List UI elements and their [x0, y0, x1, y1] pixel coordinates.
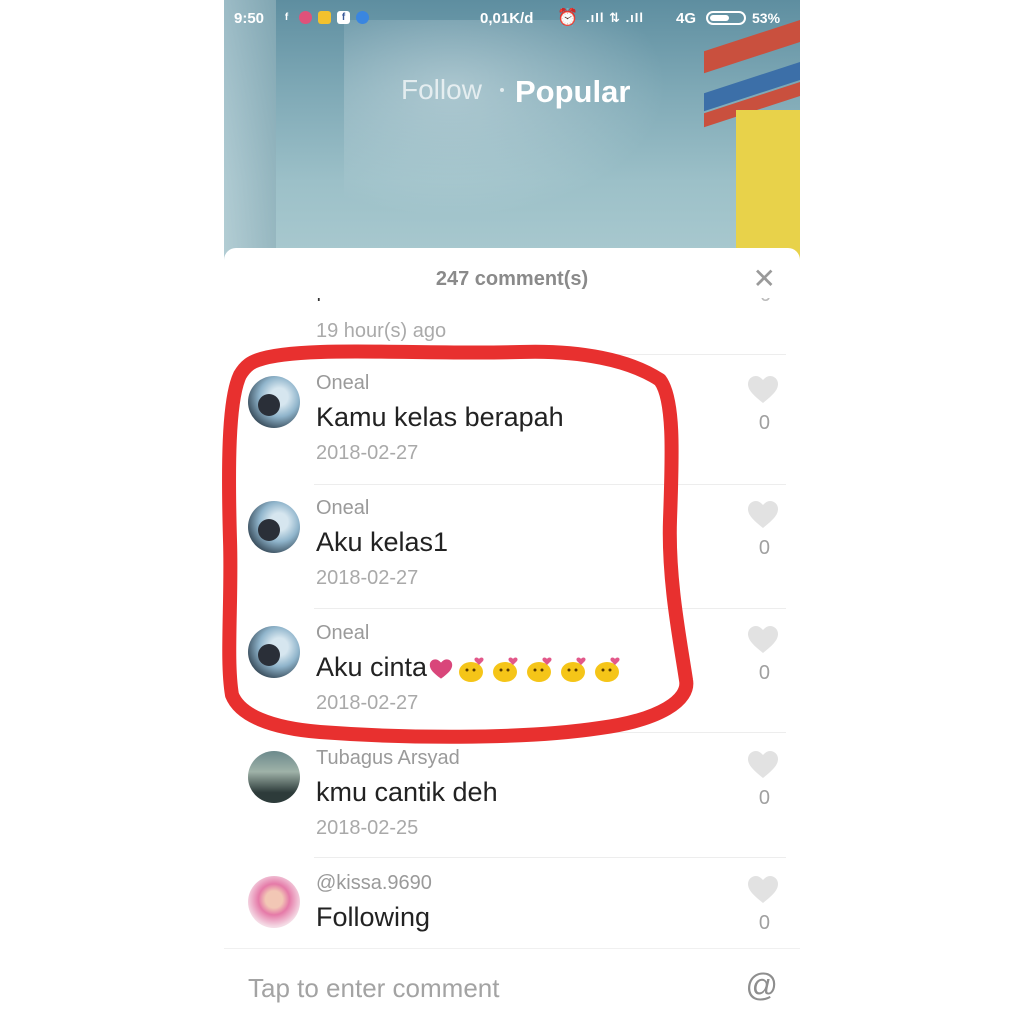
comment-author[interactable]: Oneal [316, 622, 369, 645]
divider [314, 608, 786, 609]
battery-percent: 53% [752, 10, 781, 26]
status-bar: 9:50 f f 0,01K/d ⏰ .ıIl ⇅ .ıIl 4G 53% [224, 0, 800, 38]
divider [314, 857, 786, 858]
comments-sheet: 247 comment(s) ✕ ı · · · · · · · · · · ·… [224, 248, 800, 1024]
close-icon[interactable]: ✕ [753, 262, 776, 295]
kiss-emoji-icon [459, 657, 484, 682]
heart-icon[interactable] [748, 876, 778, 904]
status-time: 9:50 [234, 10, 265, 27]
heart-icon[interactable] [748, 626, 778, 654]
comment-text-row: Aku cinta [316, 652, 623, 683]
comment-author[interactable]: Oneal [316, 372, 369, 395]
background-light [344, 20, 704, 240]
comment-text: kmu cantik deh [316, 777, 498, 807]
tab-follow[interactable]: Follow [401, 74, 482, 106]
comment-text: Kamu kelas berapah [316, 402, 564, 432]
instagram-icon [299, 11, 312, 24]
comment-input[interactable]: Tap to enter comment [248, 973, 499, 1004]
comment-input-bar[interactable]: Tap to enter comment @ [224, 948, 800, 1024]
comment-text: Following [316, 902, 431, 932]
avatar[interactable] [248, 876, 300, 928]
comment-date: 2018-02-25 [316, 817, 419, 839]
tab-popular[interactable]: Popular [515, 74, 630, 110]
network-type: 4G [676, 10, 697, 27]
kiss-emoji-icon [595, 657, 620, 682]
divider [314, 354, 786, 355]
partial-comment: ı · · · · · · · · · · · · · 19 hour(s) a… [316, 298, 776, 358]
divider [314, 732, 786, 733]
comment-date: 2018-02-27 [316, 567, 419, 589]
like-count: 0 [758, 662, 770, 684]
comment-item[interactable]: Oneal Kamu kelas berapah 2018-02-27 0 [224, 362, 800, 486]
kiss-emoji-icon [561, 657, 586, 682]
phone-screen: 9:50 f f 0,01K/d ⏰ .ıIl ⇅ .ıIl 4G 53% Fo… [224, 0, 800, 1024]
background-pole [704, 0, 800, 260]
avatar[interactable] [248, 751, 300, 803]
like-count: 0 [758, 912, 770, 934]
heart-icon[interactable] [748, 376, 778, 404]
heart-icon[interactable] [748, 501, 778, 529]
kiss-emoji-icon [493, 657, 518, 682]
comment-item[interactable]: Tubagus Arsyad kmu cantik deh 2018-02-25… [224, 737, 800, 861]
comment-author[interactable]: Oneal [316, 497, 369, 520]
comment-text: Aku cinta [316, 652, 428, 682]
like-count: 0 [758, 412, 770, 434]
comment-author[interactable]: Tubagus Arsyad [316, 747, 460, 770]
avatar[interactable] [248, 376, 300, 428]
alarm-icon: ⏰ [557, 8, 579, 27]
facebook-icon: f [337, 11, 350, 24]
mention-icon[interactable]: @ [746, 967, 778, 1004]
app-icon [356, 11, 369, 24]
video-background[interactable] [224, 0, 800, 260]
avatar[interactable] [248, 626, 300, 678]
divider [314, 484, 786, 485]
message-icon [318, 11, 331, 24]
comment-item[interactable]: Oneal Aku cinta 2018-02-27 0 [224, 612, 800, 736]
tab-separator [500, 88, 504, 92]
battery-icon [706, 11, 746, 25]
signal-icon: .ıIl ⇅ .ıIl [586, 10, 645, 25]
background-pillar [224, 0, 276, 260]
partial-comment-time: 19 hour(s) ago [316, 320, 447, 342]
comment-date: 2018-02-27 [316, 442, 419, 464]
notification-icons: f f [280, 11, 369, 24]
comment-author[interactable]: @kissa.9690 [316, 872, 432, 895]
heart-emoji-icon [429, 659, 453, 679]
kiss-emoji-icon [527, 657, 552, 682]
avatar[interactable] [248, 501, 300, 553]
heart-icon[interactable] [748, 751, 778, 779]
comment-item[interactable]: Oneal Aku kelas1 2018-02-27 0 [224, 487, 800, 611]
facebook-icon: f [284, 12, 289, 23]
comment-text: Aku kelas1 [316, 527, 449, 557]
like-count: 0 [758, 787, 770, 809]
network-speed: 0,01K/d [480, 10, 534, 27]
comment-date: 2018-02-27 [316, 692, 419, 714]
like-count: 0 [758, 537, 770, 559]
comments-count-title: 247 comment(s) [435, 268, 589, 290]
